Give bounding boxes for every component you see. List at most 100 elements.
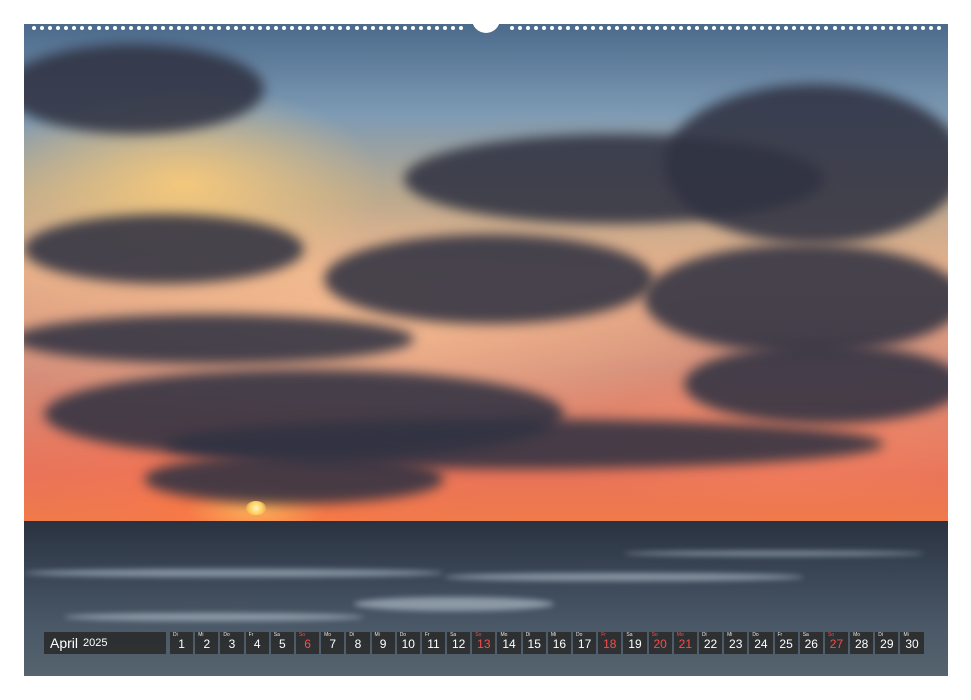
binding-dot bbox=[888, 26, 893, 30]
day-number: 17 bbox=[577, 637, 592, 651]
day-number: 14 bbox=[502, 637, 516, 651]
wave bbox=[64, 613, 364, 621]
wave bbox=[444, 573, 804, 581]
binding-dot bbox=[40, 26, 45, 30]
wave bbox=[354, 597, 554, 611]
day-cell: So 27 bbox=[824, 632, 849, 654]
binding-dot bbox=[370, 26, 375, 30]
day-number: 20 bbox=[653, 637, 667, 651]
binding-dot bbox=[88, 26, 93, 30]
binding-dot bbox=[435, 26, 440, 30]
day-number: 13 bbox=[477, 637, 491, 651]
binding-dot bbox=[330, 26, 335, 30]
day-cell: Mo 28 bbox=[850, 632, 874, 654]
binding-dot bbox=[209, 26, 214, 30]
binding-dot bbox=[338, 26, 343, 30]
cloud bbox=[24, 214, 304, 284]
day-number: 18 bbox=[603, 637, 617, 651]
binding-dot bbox=[913, 26, 918, 30]
binding-dot bbox=[217, 26, 222, 30]
binding-dot bbox=[394, 26, 399, 30]
binding-dot bbox=[193, 26, 198, 30]
day-number: 23 bbox=[729, 637, 743, 651]
cloud bbox=[324, 234, 654, 324]
binding-dot bbox=[112, 26, 117, 30]
day-number: 7 bbox=[329, 637, 337, 651]
binding-dot bbox=[558, 26, 563, 30]
binding-dot bbox=[427, 26, 432, 30]
binding-dot bbox=[56, 26, 61, 30]
binding-dot bbox=[128, 26, 133, 30]
binding-dot bbox=[534, 26, 539, 30]
day-cell: Fr 25 bbox=[774, 632, 798, 654]
day-number: 15 bbox=[527, 637, 541, 651]
binding-dot bbox=[281, 26, 286, 30]
binding-dot bbox=[647, 26, 652, 30]
day-number: 3 bbox=[228, 637, 236, 651]
binding-dot bbox=[639, 26, 643, 30]
day-cell: Fr 11 bbox=[421, 632, 446, 654]
binding-dot bbox=[582, 26, 587, 30]
binding-dot bbox=[386, 26, 391, 30]
day-cell: Sa 5 bbox=[270, 632, 294, 654]
day-number: 5 bbox=[279, 637, 286, 651]
binding-dot bbox=[136, 26, 141, 30]
day-number: 29 bbox=[880, 637, 894, 651]
binding-dot bbox=[550, 26, 555, 30]
binding-dot bbox=[590, 26, 595, 30]
day-cell: Mi 2 bbox=[195, 632, 219, 654]
day-cell: Do 24 bbox=[749, 632, 773, 654]
binding-dot bbox=[185, 26, 190, 30]
binding-dot bbox=[824, 26, 829, 30]
binding-dot bbox=[687, 26, 692, 30]
day-cell: So 20 bbox=[648, 632, 672, 654]
binding-dot bbox=[872, 26, 877, 30]
binding-dot bbox=[751, 26, 756, 30]
binding-dot bbox=[96, 26, 101, 30]
day-cell: Do 17 bbox=[573, 632, 597, 654]
day-cell: So 6 bbox=[295, 632, 320, 654]
day-number: 22 bbox=[703, 637, 718, 651]
binding-dot bbox=[614, 26, 619, 30]
calendar-strip: April 2025 Di 1 Mi 2 Do 3 Fr 4 Sa 5 So 6 Mo 7 Di 8 Mi 9 Do… bbox=[44, 632, 924, 654]
binding-dot bbox=[655, 26, 660, 30]
day-number: 16 bbox=[552, 637, 567, 651]
binding-dot bbox=[622, 26, 627, 30]
day-cell: Fr 4 bbox=[245, 632, 269, 654]
binding-dot bbox=[32, 26, 36, 30]
day-cell: Mi 23 bbox=[724, 632, 748, 654]
day-cell: Sa 26 bbox=[799, 632, 823, 654]
binding-dot bbox=[743, 26, 748, 30]
binding-dot bbox=[864, 26, 869, 30]
day-cell: Mo 7 bbox=[321, 632, 345, 654]
binding-dot bbox=[290, 26, 294, 30]
wave bbox=[24, 569, 444, 577]
binding-dot bbox=[273, 26, 278, 30]
day-cell: Di 1 bbox=[170, 632, 194, 654]
binding-dot bbox=[459, 26, 464, 30]
binding-dot bbox=[298, 26, 303, 30]
month-label: April 2025 bbox=[44, 632, 166, 654]
day-number: 26 bbox=[804, 637, 818, 651]
day-cell: Sa 12 bbox=[447, 632, 471, 654]
day-number: 12 bbox=[451, 637, 466, 651]
binding-dot bbox=[410, 26, 415, 30]
binding-holes bbox=[510, 24, 942, 32]
binding-dot bbox=[362, 26, 367, 30]
binding-dot bbox=[201, 26, 206, 30]
binding-holes bbox=[32, 24, 464, 32]
binding-dot bbox=[598, 26, 603, 30]
day-number: 9 bbox=[379, 637, 387, 651]
day-number: 4 bbox=[253, 637, 261, 651]
binding-dot bbox=[419, 26, 423, 30]
binding-dot bbox=[897, 26, 901, 30]
binding-dot bbox=[451, 26, 456, 30]
binding-dot bbox=[937, 26, 942, 30]
binding-dot bbox=[257, 26, 262, 30]
binding-dot bbox=[848, 26, 853, 30]
binding-dot bbox=[921, 26, 926, 30]
binding-dot bbox=[64, 26, 69, 30]
day-cell: Mi 9 bbox=[371, 632, 395, 654]
day-cell: Mo 21 bbox=[673, 632, 697, 654]
binding-dot bbox=[72, 26, 77, 30]
